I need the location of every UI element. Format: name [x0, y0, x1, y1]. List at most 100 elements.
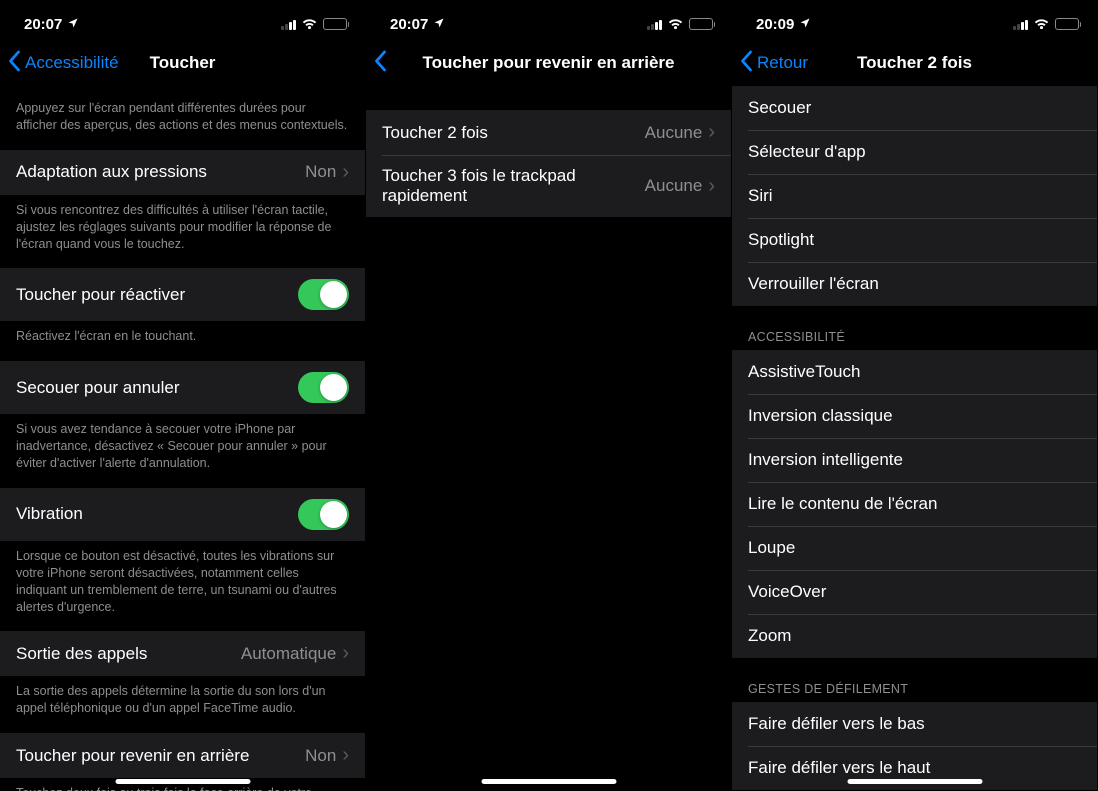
- status-time: 20:07: [24, 16, 62, 33]
- row-value: Non ›: [305, 161, 349, 184]
- wifi-icon: [1033, 18, 1050, 31]
- row-label: Inversion classique: [748, 406, 893, 426]
- row-spotlight[interactable]: Spotlight: [732, 218, 1097, 262]
- status-bar: 20:07: [0, 0, 365, 40]
- row-label: Toucher 3 fois le trackpad rapidement: [382, 166, 645, 206]
- row-label: Toucher pour réactiver: [16, 285, 185, 305]
- home-indicator[interactable]: [481, 779, 616, 784]
- row-smart-invert[interactable]: Inversion intelligente: [732, 438, 1097, 482]
- row-shake-to-undo[interactable]: Secouer pour annuler: [0, 361, 365, 414]
- nav-bar: Retour Toucher 2 fois: [732, 40, 1097, 86]
- chevron-right-icon: ›: [342, 642, 349, 665]
- toggle-switch[interactable]: [298, 279, 349, 310]
- home-indicator[interactable]: [115, 779, 250, 784]
- chevron-right-icon: ›: [342, 161, 349, 184]
- footer-text: La sortie des appels détermine la sortie…: [0, 676, 365, 733]
- toggle-switch[interactable]: [298, 499, 349, 530]
- row-app-switcher[interactable]: Sélecteur d'app: [732, 130, 1097, 174]
- back-label: Accessibilité: [25, 53, 119, 73]
- row-label: Inversion intelligente: [748, 450, 903, 470]
- row-value: Aucune ›: [645, 121, 715, 144]
- row-label: Lire le contenu de l'écran: [748, 494, 937, 514]
- row-call-audio-routing[interactable]: Sortie des appels Automatique ›: [0, 631, 365, 676]
- cellular-icon: [281, 18, 296, 30]
- row-label: Sélecteur d'app: [748, 142, 866, 162]
- back-button[interactable]: [366, 50, 387, 76]
- row-label: Adaptation aux pressions: [16, 162, 207, 182]
- battery-icon: [323, 18, 350, 30]
- row-zoom[interactable]: Zoom: [732, 614, 1097, 658]
- phone-screen-2: 20:07 Toucher pour revenir en arrière To…: [366, 0, 732, 791]
- row-scroll-down[interactable]: Faire défiler vers le bas: [732, 702, 1097, 746]
- row-label: Sortie des appels: [16, 644, 147, 664]
- row-touch-accommodations[interactable]: Adaptation aux pressions Non ›: [0, 150, 365, 195]
- footer-text: Lorsque ce bouton est désactivé, toutes …: [0, 541, 365, 632]
- chevron-left-icon: [740, 50, 753, 76]
- location-icon: [67, 16, 79, 33]
- row-vibration[interactable]: Vibration: [0, 488, 365, 541]
- row-double-tap[interactable]: Toucher 2 fois Aucune ›: [366, 110, 731, 155]
- back-button[interactable]: Retour: [732, 50, 808, 76]
- location-icon: [433, 16, 445, 33]
- chevron-left-icon: [8, 50, 21, 76]
- phone-screen-3: 20:09 Retour Toucher 2 fois Secouer Séle…: [732, 0, 1098, 791]
- row-magnifier[interactable]: Loupe: [732, 526, 1097, 570]
- row-label: Toucher pour revenir en arrière: [16, 746, 249, 766]
- row-assistivetouch[interactable]: AssistiveTouch: [732, 350, 1097, 394]
- home-indicator[interactable]: [847, 779, 982, 784]
- status-bar: 20:07: [366, 0, 731, 40]
- footer-text: Réactivez l'écran en le touchant.: [0, 321, 365, 361]
- row-tap-to-wake[interactable]: Toucher pour réactiver: [0, 268, 365, 321]
- row-lock-screen[interactable]: Verrouiller l'écran: [732, 262, 1097, 306]
- row-shake[interactable]: Secouer: [732, 86, 1097, 130]
- row-voiceover[interactable]: VoiceOver: [732, 570, 1097, 614]
- row-triple-tap[interactable]: Toucher 3 fois le trackpad rapidement Au…: [366, 155, 731, 217]
- phone-screen-1: 20:07 Accessibilité Toucher Appuyez sur …: [0, 0, 366, 791]
- chevron-right-icon: ›: [708, 121, 715, 144]
- row-classic-invert[interactable]: Inversion classique: [732, 394, 1097, 438]
- chevron-right-icon: ›: [708, 175, 715, 198]
- battery-icon: [1055, 18, 1082, 30]
- footer-text: Si vous rencontrez des difficultés à uti…: [0, 195, 365, 269]
- row-label: Faire défiler vers le bas: [748, 714, 925, 734]
- footer-text: Si vous avez tendance à secouer votre iP…: [0, 414, 365, 488]
- row-value: Automatique ›: [241, 642, 349, 665]
- chevron-right-icon: ›: [342, 744, 349, 767]
- row-label: Verrouiller l'écran: [748, 274, 879, 294]
- nav-bar: Toucher pour revenir en arrière: [366, 40, 731, 86]
- row-label: AssistiveTouch: [748, 362, 860, 382]
- row-label: Loupe: [748, 538, 795, 558]
- battery-icon: [689, 18, 716, 30]
- row-value: Non ›: [305, 744, 349, 767]
- nav-bar: Accessibilité Toucher: [0, 40, 365, 86]
- row-label: Faire défiler vers le haut: [748, 758, 930, 778]
- cellular-icon: [647, 18, 662, 30]
- section-header: GESTES DE DÉFILEMENT: [732, 658, 1097, 702]
- row-siri[interactable]: Siri: [732, 174, 1097, 218]
- row-back-tap[interactable]: Toucher pour revenir en arrière Non ›: [0, 733, 365, 778]
- row-speak-screen[interactable]: Lire le contenu de l'écran: [732, 482, 1097, 526]
- cellular-icon: [1013, 18, 1028, 30]
- row-label: Zoom: [748, 626, 791, 646]
- row-label: Spotlight: [748, 230, 814, 250]
- row-value: Aucune ›: [645, 175, 715, 198]
- section-header: ACCESSIBILITÉ: [732, 306, 1097, 350]
- wifi-icon: [301, 18, 318, 31]
- chevron-left-icon: [374, 50, 387, 76]
- row-label: Secouer pour annuler: [16, 378, 180, 398]
- back-label: Retour: [757, 53, 808, 73]
- wifi-icon: [667, 18, 684, 31]
- row-label: VoiceOver: [748, 582, 826, 602]
- status-bar: 20:09: [732, 0, 1097, 40]
- status-time: 20:07: [390, 16, 428, 33]
- back-button[interactable]: Accessibilité: [0, 50, 119, 76]
- footer-text: Appuyez sur l'écran pendant différentes …: [0, 86, 365, 150]
- row-label: Vibration: [16, 504, 83, 524]
- nav-title: Toucher pour revenir en arrière: [366, 53, 731, 73]
- row-label: Secouer: [748, 98, 811, 118]
- row-label: Siri: [748, 186, 773, 206]
- row-label: Toucher 2 fois: [382, 123, 488, 143]
- status-time: 20:09: [756, 16, 794, 33]
- location-icon: [799, 16, 811, 33]
- toggle-switch[interactable]: [298, 372, 349, 403]
